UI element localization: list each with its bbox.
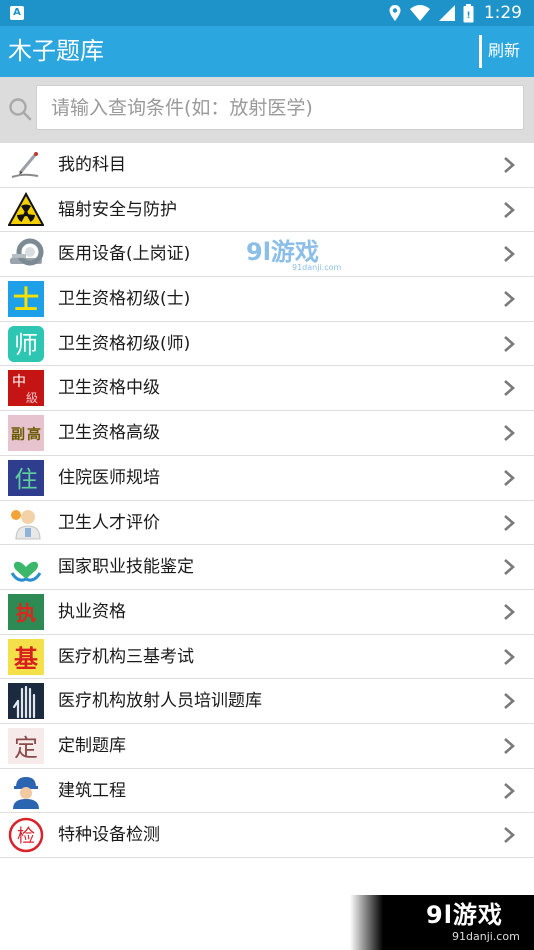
list-item-label: 卫生资格初级(师) <box>58 333 191 354</box>
medical-device-icon <box>10 238 44 266</box>
chevron-right-icon <box>504 469 515 486</box>
list-item-label: 辐射安全与防护 <box>58 199 177 220</box>
list-item-resident-doctor[interactable]: 住 住院医师规培 <box>0 456 534 501</box>
svg-text:9l游戏: 9l游戏 <box>246 238 319 266</box>
svg-text:91danji.com: 91danji.com <box>292 263 342 272</box>
three-basics-icon: 基 <box>8 638 44 675</box>
wifi-icon <box>409 5 430 21</box>
list-item-label: 建筑工程 <box>58 780 126 801</box>
list-item-label: 医疗机构三基考试 <box>58 646 194 667</box>
chevron-right-icon <box>504 827 515 844</box>
chevron-right-icon <box>504 201 515 218</box>
watermark-brand: 9l游戏 <box>426 901 503 929</box>
notification-icon: A <box>10 6 24 20</box>
corner-watermark: 9l游戏 91danji.com <box>350 895 534 950</box>
list-item-custom-bank[interactable]: 定 定制题库 <box>0 724 534 769</box>
health-junior-shi-icon: 士 <box>8 281 44 318</box>
chevron-right-icon <box>504 246 515 263</box>
chevron-right-icon <box>504 782 515 799</box>
signal-icon <box>438 5 455 21</box>
svg-text:士: 士 <box>13 286 39 316</box>
location-icon <box>389 5 401 21</box>
practice-qualification-icon: 执 <box>8 593 44 630</box>
list-item-label: 医用设备(上岗证) <box>58 244 191 265</box>
inspection-stamp-icon: 检 <box>8 818 44 853</box>
list-item-label: 卫生资格中级 <box>58 378 160 399</box>
list-item-health-senior[interactable]: 副 高 卫生资格高级 <box>0 411 534 456</box>
app-bar-divider <box>479 35 482 68</box>
svg-text:定: 定 <box>14 734 38 762</box>
watermark-logo: 9l游戏 91danji.com <box>246 238 342 272</box>
app-bar: 木子题库 刷新 <box>0 26 534 77</box>
svg-text:級: 級 <box>26 391 38 405</box>
status-icons: ! 1:29 <box>388 3 522 23</box>
list-item-vocational-skill[interactable]: 国家职业技能鉴定 <box>0 545 534 590</box>
list-item-label: 卫生人才评价 <box>58 512 160 533</box>
clock: 1:29 <box>483 3 522 23</box>
vocational-skill-icon <box>10 561 42 582</box>
search-icon[interactable] <box>8 97 32 121</box>
status-bar: A ! 1:29 <box>0 0 534 26</box>
list-item-label: 我的科目 <box>58 155 126 175</box>
list-item-practice-qualification[interactable]: 执 执业资格 <box>0 590 534 635</box>
resident-doctor-icon: 住 <box>8 459 44 496</box>
chevron-right-icon <box>504 335 515 352</box>
search-area <box>0 77 534 143</box>
svg-text:检: 检 <box>17 826 35 847</box>
list-item-label: 定制题库 <box>58 735 126 756</box>
list-item-radiology-training[interactable]: 医疗机构放射人员培训题库 <box>0 679 534 724</box>
list-item-label: 卫生资格高级 <box>58 423 160 444</box>
chevron-right-icon <box>504 603 515 620</box>
svg-text:执: 执 <box>16 601 36 625</box>
chevron-right-icon <box>504 693 515 710</box>
battery-icon: ! <box>463 3 474 22</box>
list-item-health-junior-shi2[interactable]: 师 卫生资格初级(师) <box>0 322 534 367</box>
refresh-button[interactable]: 刷新 <box>488 40 520 62</box>
list-item-label: 住院医师规培 <box>58 467 160 488</box>
search-input[interactable] <box>36 85 524 130</box>
svg-text:!: ! <box>466 11 470 21</box>
chevron-right-icon <box>504 559 515 576</box>
list-item-talent-evaluation[interactable]: 卫生人才评价 <box>0 501 534 546</box>
radiation-icon <box>8 191 44 226</box>
svg-text:高: 高 <box>27 426 41 443</box>
xray-hand-icon <box>8 683 44 720</box>
list-item-radiation-safety[interactable]: 辐射安全与防护 <box>0 188 534 233</box>
chevron-right-icon <box>504 514 515 531</box>
pen-icon <box>11 152 39 178</box>
list-item-label: 卫生资格初级(士) <box>58 289 191 310</box>
list-item-special-equipment[interactable]: 检 特种设备检测 <box>0 813 534 858</box>
svg-text:基: 基 <box>14 645 39 673</box>
list-item-label: 执业资格 <box>58 601 126 622</box>
list-item-construction[interactable]: 建筑工程 <box>0 769 534 814</box>
health-intermediate-icon: 中 級 <box>8 370 44 407</box>
list-item-label: 国家职业技能鉴定 <box>58 557 194 578</box>
chevron-right-icon <box>504 737 515 754</box>
chevron-right-icon <box>504 648 515 665</box>
health-junior-shi2-icon: 师 <box>8 325 44 362</box>
chevron-right-icon <box>504 157 515 173</box>
chevron-right-icon <box>504 291 515 308</box>
svg-text:师: 师 <box>14 331 38 359</box>
list-item-label: 特种设备检测 <box>58 825 160 846</box>
chevron-right-icon <box>504 425 515 442</box>
list-item-health-junior-shi[interactable]: 士 卫生资格初级(士) <box>0 277 534 322</box>
chevron-right-icon <box>504 380 515 397</box>
custom-bank-icon: 定 <box>8 727 44 764</box>
talent-evaluation-icon <box>11 509 41 539</box>
list-item-three-basics[interactable]: 基 医疗机构三基考试 <box>0 635 534 680</box>
svg-text:住: 住 <box>15 467 38 493</box>
svg-text:中: 中 <box>12 374 26 390</box>
svg-text:副: 副 <box>11 427 25 443</box>
list-item-my-subjects[interactable]: 我的科目 <box>0 143 534 188</box>
app-title: 木子题库 <box>8 37 104 65</box>
list-item-label: 医疗机构放射人员培训题库 <box>58 691 262 712</box>
construction-worker-icon <box>13 776 39 809</box>
watermark-url: 91danji.com <box>452 930 520 943</box>
health-senior-icon: 副 高 <box>8 415 44 452</box>
list-item-health-intermediate[interactable]: 中 級 卫生资格中级 <box>0 366 534 412</box>
